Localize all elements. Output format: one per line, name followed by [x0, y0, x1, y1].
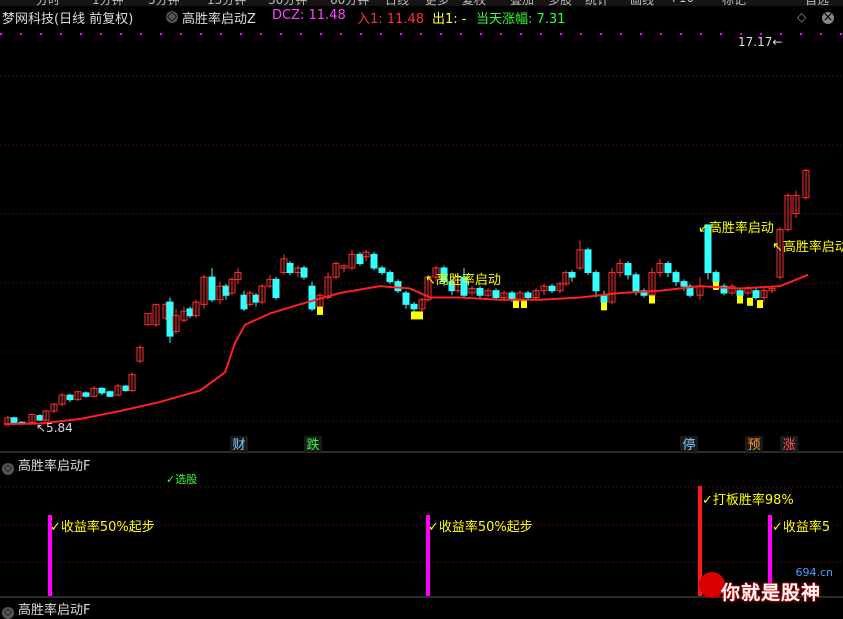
candle-body	[356, 253, 364, 264]
indicator-signal-text: ✓收益率50%起步	[50, 519, 155, 535]
candle-body	[492, 290, 500, 299]
high-price-label: 17.17←	[738, 35, 782, 49]
candle-body	[736, 290, 744, 296]
candle-body	[186, 308, 194, 317]
candle-body	[712, 272, 720, 283]
low-price-label: ↖5.84	[36, 421, 73, 435]
candle-body	[166, 301, 174, 337]
candle-body	[410, 303, 418, 310]
candle-body	[98, 387, 106, 394]
indicator-panel-title: 高胜率启动F	[18, 459, 91, 474]
indicator-signal-text: ✓打板胜率98%	[702, 492, 794, 508]
watermark: 694.cn 你就是股神	[697, 566, 841, 606]
candle-body	[370, 253, 378, 269]
indicator-signal-text: ✓收益率5	[772, 519, 830, 535]
candle-body	[508, 292, 516, 301]
candle-body	[106, 391, 114, 397]
watermark-text: 你就是股神	[721, 582, 822, 604]
candle-body	[208, 276, 216, 301]
candle-body	[584, 249, 592, 274]
indicator-panel-header: ◇ 高胜率启动F	[2, 455, 91, 475]
signal-block	[521, 300, 527, 309]
candle-body	[272, 278, 280, 299]
candle-body	[240, 294, 248, 310]
event-marker: 财	[232, 438, 245, 453]
candle-body	[402, 292, 410, 305]
candle-body	[122, 385, 130, 392]
candlestick-chart[interactable]: 17.17← ↖5.84 ↖高胜率启动 ↙高胜率启动 ↖高胜率启动财 跌 停 预 涨 ✓选股 ✓收益…	[0, 0, 843, 611]
signal-label: ↖高胜率启动	[425, 272, 501, 288]
signal-block	[317, 306, 323, 315]
candle-body	[386, 272, 394, 283]
signal-block	[649, 295, 655, 304]
candle-body	[548, 285, 556, 292]
indicator-clipped-text: ✓选股	[166, 473, 197, 486]
candle-body	[624, 262, 632, 276]
candle-body	[378, 267, 386, 274]
candle-body	[252, 294, 260, 303]
candle-body	[592, 272, 600, 292]
candle-body	[10, 417, 18, 423]
candle-body	[308, 285, 316, 310]
candle-body	[672, 272, 680, 283]
signal-block	[601, 302, 607, 311]
signal-block	[747, 297, 753, 306]
candle-body	[300, 267, 308, 278]
candle-body	[286, 262, 294, 274]
candle-body	[36, 415, 44, 421]
candle-body	[752, 290, 760, 299]
signal-block	[417, 311, 423, 320]
candle-body	[82, 392, 90, 397]
candle-body	[680, 281, 688, 287]
candle-body	[476, 287, 484, 296]
candle-body	[568, 272, 576, 278]
event-marker: 涨	[782, 438, 795, 453]
signal-block	[713, 281, 719, 290]
signal-label: ↖高胜率启动	[772, 239, 843, 255]
candle-body	[222, 285, 230, 296]
event-marker: 停	[682, 437, 695, 453]
candle-body	[66, 394, 74, 401]
indicator-signal-text: ✓收益率50%起步	[428, 519, 533, 535]
candle-body	[394, 281, 402, 292]
candle-body	[600, 294, 608, 303]
signal-block	[411, 311, 417, 320]
candle-body	[524, 292, 532, 299]
bottom-panel-menu-icon[interactable]: ◇	[2, 607, 14, 619]
candle-body	[632, 274, 640, 292]
signal-block	[757, 300, 763, 309]
candle-body	[664, 262, 672, 274]
event-marker: 跌	[306, 437, 319, 453]
panel-menu-icon[interactable]: ◇	[2, 463, 14, 475]
bottom-panel-header: ◇ 高胜率启动F	[2, 599, 90, 619]
signal-label: ↙高胜率启动	[698, 220, 774, 236]
signal-block	[737, 295, 743, 304]
signal-block	[513, 300, 519, 309]
event-marker: 预	[747, 438, 760, 453]
